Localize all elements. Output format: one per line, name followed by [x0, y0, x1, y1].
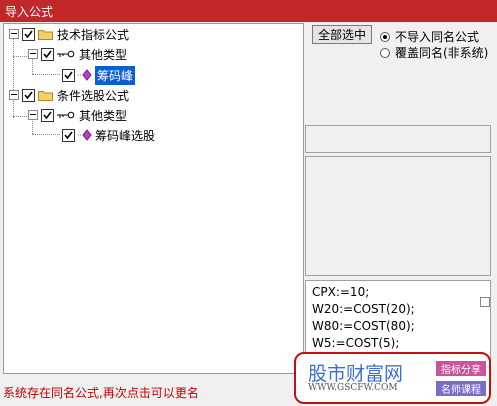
tree-node-other-types-2[interactable]: 其他类型 — [28, 106, 127, 124]
code-line: W5:=COST(5); — [312, 336, 400, 350]
tree-line — [32, 134, 60, 135]
checkbox-checked[interactable] — [41, 108, 54, 122]
select-all-button[interactable]: 全部选中 — [312, 25, 372, 44]
tree-node-label: 其他类型 — [79, 108, 128, 123]
watermark-tag-courses: 名师课程 — [436, 381, 486, 396]
checkbox-checked[interactable] — [22, 27, 35, 41]
collapse-icon[interactable] — [28, 49, 38, 59]
radio-label: 覆盖同名(非系统) — [395, 46, 489, 60]
tree-node-screening-formulas[interactable]: 条件选股公式 — [9, 86, 129, 104]
tree-node-chip-peak[interactable]: 筹码峰 — [62, 65, 136, 85]
checkbox-checked[interactable] — [22, 88, 35, 102]
radio-unselected-icon[interactable] — [380, 47, 390, 58]
title-bar: 导入公式 — [0, 0, 497, 22]
formula-tree[interactable]: 技术指标公式 其他类型 筹码峰 条件选股公式 其他类型 筹码峰选股 — [3, 23, 304, 374]
tree-node-label: 其他类型 — [79, 47, 128, 62]
key-icon — [57, 111, 75, 119]
watermark-site-name: 股市财富网 — [308, 363, 404, 385]
tree-node-label: 筹码峰选股 — [95, 128, 156, 143]
code-line: W20:=COST(20); — [312, 302, 415, 316]
radio-selected-icon[interactable] — [380, 31, 390, 42]
watermark-logo: 股市财富网 WWW.GSCFW.COM 指标分享 名师课程 — [294, 352, 491, 404]
checkbox-checked[interactable] — [62, 68, 75, 82]
formula-gem-icon — [78, 129, 92, 141]
tree-line — [32, 74, 60, 75]
status-message: 系统存在同名公式,再次点击可以更名 — [3, 386, 199, 400]
watermark-tag-indicators: 指标分享 — [436, 361, 486, 376]
collapse-icon[interactable] — [9, 29, 19, 39]
watermark-url: WWW.GSCFW.COM — [308, 383, 398, 393]
formula-description-panel — [305, 156, 491, 276]
collapse-icon[interactable] — [28, 110, 38, 120]
tree-node-other-types[interactable]: 其他类型 — [28, 45, 127, 63]
radio-overwrite-duplicates[interactable]: 覆盖同名(非系统) — [380, 44, 488, 61]
radio-label: 不导入同名公式 — [395, 30, 480, 44]
code-line: CPX:=10; — [312, 285, 370, 299]
checkbox-checked[interactable] — [62, 128, 75, 142]
tree-node-technical-indicators[interactable]: 技术指标公式 — [9, 25, 129, 43]
checkbox-checked[interactable] — [41, 47, 54, 61]
code-line: W80:=COST(80); — [312, 319, 415, 333]
window-title: 导入公式 — [5, 5, 54, 19]
folder-icon — [38, 29, 53, 40]
tree-node-chip-peak-screen[interactable]: 筹码峰选股 — [62, 126, 155, 144]
radio-skip-duplicates[interactable]: 不导入同名公式 — [380, 28, 479, 45]
formula-name-panel — [305, 125, 491, 153]
tree-node-label: 技术指标公式 — [57, 27, 130, 42]
tree-node-label: 条件选股公式 — [57, 88, 130, 103]
tree-node-label-selected: 筹码峰 — [95, 65, 136, 85]
collapse-icon[interactable] — [9, 90, 19, 100]
small-checkbox[interactable] — [480, 297, 490, 307]
folder-icon — [38, 90, 53, 101]
tree-line — [13, 56, 27, 57]
key-icon — [57, 50, 75, 58]
tree-line — [13, 116, 27, 117]
formula-gem-icon — [78, 69, 92, 81]
